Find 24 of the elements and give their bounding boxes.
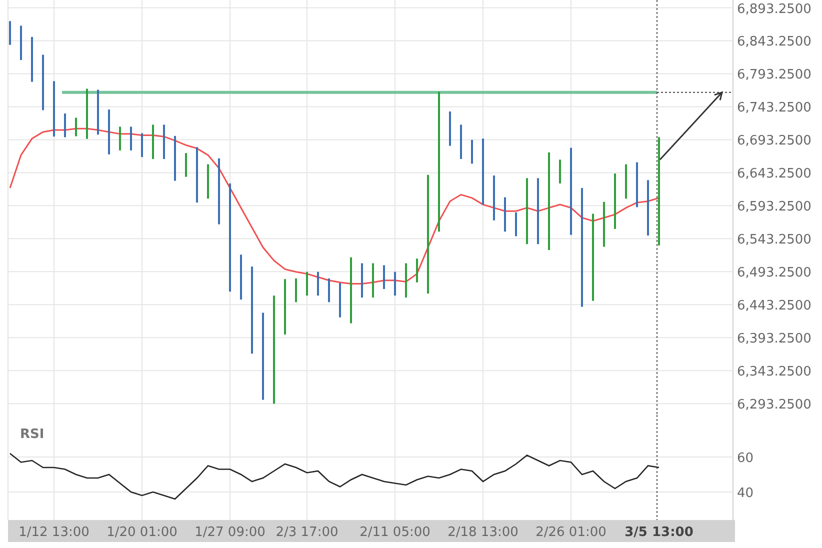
- axis-label: 2/11 05:00: [360, 525, 430, 540]
- axis-label: 6,893.2500: [737, 2, 812, 17]
- chart-title: RSI: [20, 427, 44, 442]
- axis-label: 6,793.2500: [737, 68, 812, 83]
- axis-label: 2/3 17:00: [276, 525, 338, 540]
- axis-label: 6,643.2500: [737, 166, 812, 182]
- axis-label: 6,693.2500: [737, 134, 812, 149]
- axis-label: 40: [737, 486, 754, 501]
- axis-label: 6,343.2500: [737, 364, 812, 380]
- axis-label: 6,593.2500: [737, 200, 812, 215]
- axis-label: 1/12 13:00: [18, 525, 90, 540]
- axis-label: 60: [737, 451, 754, 466]
- axis-label: 2/26 01:00: [536, 525, 606, 540]
- axis-label: 6,543.2500: [737, 232, 812, 248]
- axis-label: 6,443.2500: [737, 298, 812, 314]
- axis-label: 3/5 13:00: [624, 525, 694, 540]
- axis-label: 6,393.2500: [737, 332, 812, 347]
- axis-label: 6,843.2500: [737, 34, 812, 50]
- axis-label: 6,293.2500: [737, 398, 812, 413]
- axis-label: 2/18 13:00: [448, 525, 518, 540]
- axis-label: 6,493.2500: [737, 266, 812, 281]
- axis-label: 1/20 01:00: [106, 525, 178, 540]
- axis-label: 6,743.2500: [737, 100, 812, 116]
- axis-label: 1/27 09:00: [194, 525, 266, 540]
